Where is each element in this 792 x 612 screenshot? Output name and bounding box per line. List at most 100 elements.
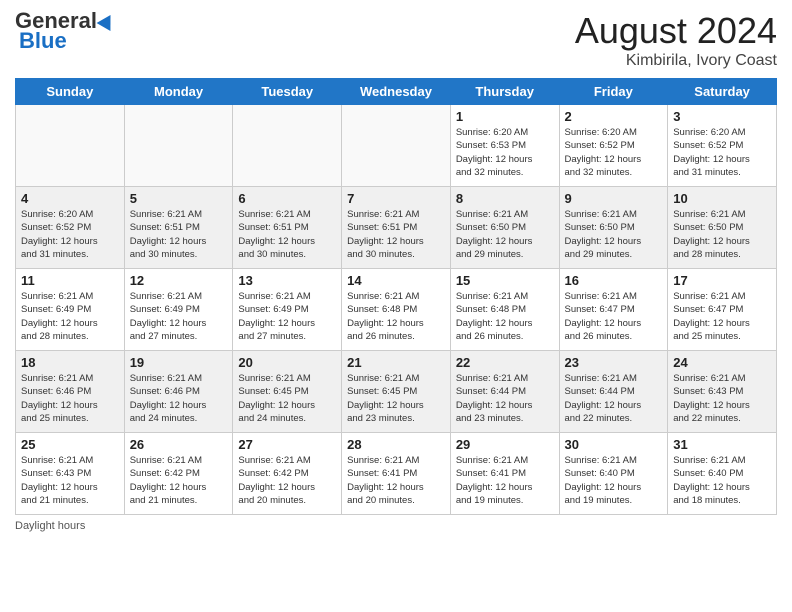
day-number: 5 (130, 191, 228, 206)
day-number: 25 (21, 437, 119, 452)
day-info: Sunrise: 6:21 AM Sunset: 6:49 PM Dayligh… (21, 290, 119, 343)
day-number: 21 (347, 355, 445, 370)
logo: General Blue (15, 10, 115, 54)
day-info: Sunrise: 6:21 AM Sunset: 6:49 PM Dayligh… (130, 290, 228, 343)
calendar-week-row: 25 Sunrise: 6:21 AM Sunset: 6:43 PM Dayli… (16, 433, 777, 515)
day-info: Sunrise: 6:20 AM Sunset: 6:52 PM Dayligh… (21, 208, 119, 261)
day-info: Sunrise: 6:21 AM Sunset: 6:45 PM Dayligh… (347, 372, 445, 425)
table-row: 28Sunrise: 6:21 AM Sunset: 6:41 PM Dayli… (342, 433, 451, 515)
logo-triangle-icon (97, 11, 118, 31)
table-row: 5Sunrise: 6:21 AM Sunset: 6:51 PM Daylig… (124, 187, 233, 269)
table-row (233, 105, 342, 187)
table-row: 6 Sunrise: 6:21 AM Sunset: 6:51 PM Daylig… (233, 187, 342, 269)
day-info: Sunrise: 6:21 AM Sunset: 6:40 PM Dayligh… (673, 454, 771, 507)
day-number: 12 (130, 273, 228, 288)
table-row: 29 Sunrise: 6:21 AM Sunset: 6:41 PM Dayli… (450, 433, 559, 515)
table-row (16, 105, 125, 187)
footer: Daylight hours (15, 520, 777, 532)
day-number: 2 (565, 109, 663, 124)
day-info: Sunrise: 6:21 AM Sunset: 6:44 PM Dayligh… (456, 372, 554, 425)
table-row: 3Sunrise: 6:20 AM Sunset: 6:52 PM Daylig… (668, 105, 777, 187)
day-info: Sunrise: 6:20 AM Sunset: 6:53 PM Dayligh… (456, 126, 554, 179)
calendar-table: Sunday Monday Tuesday Wednesday Thursday… (15, 78, 777, 515)
day-info: Sunrise: 6:21 AM Sunset: 6:41 PM Dayligh… (456, 454, 554, 507)
table-row: 7 Sunrise: 6:21 AM Sunset: 6:51 PM Daylig… (342, 187, 451, 269)
table-row: 16 Sunrise: 6:21 AM Sunset: 6:47 PM Dayli… (559, 269, 668, 351)
day-number: 11 (21, 273, 119, 288)
day-info: Sunrise: 6:21 AM Sunset: 6:40 PM Dayligh… (565, 454, 663, 507)
day-number: 29 (456, 437, 554, 452)
day-info: Sunrise: 6:21 AM Sunset: 6:50 PM Dayligh… (673, 208, 771, 261)
table-row: 4Sunrise: 6:20 AM Sunset: 6:52 PM Daylig… (16, 187, 125, 269)
calendar-week-row: 18Sunrise: 6:21 AM Sunset: 6:46 PM Dayli… (16, 351, 777, 433)
day-number: 7 (347, 191, 445, 206)
table-row: 11 Sunrise: 6:21 AM Sunset: 6:49 PM Dayli… (16, 269, 125, 351)
table-row: 20Sunrise: 6:21 AM Sunset: 6:45 PM Dayli… (233, 351, 342, 433)
day-number: 14 (347, 273, 445, 288)
title-block: August 2024 Kimbirila, Ivory Coast (575, 10, 777, 70)
table-row (342, 105, 451, 187)
table-row: 12 Sunrise: 6:21 AM Sunset: 6:49 PM Dayli… (124, 269, 233, 351)
col-tuesday: Tuesday (233, 79, 342, 105)
day-info: Sunrise: 6:21 AM Sunset: 6:42 PM Dayligh… (238, 454, 336, 507)
day-info: Sunrise: 6:21 AM Sunset: 6:45 PM Dayligh… (238, 372, 336, 425)
col-thursday: Thursday (450, 79, 559, 105)
day-info: Sunrise: 6:21 AM Sunset: 6:47 PM Dayligh… (673, 290, 771, 343)
table-row: 8Sunrise: 6:21 AM Sunset: 6:50 PM Daylig… (450, 187, 559, 269)
day-info: Sunrise: 6:21 AM Sunset: 6:47 PM Dayligh… (565, 290, 663, 343)
day-number: 31 (673, 437, 771, 452)
calendar-week-row: 11 Sunrise: 6:21 AM Sunset: 6:49 PM Dayli… (16, 269, 777, 351)
table-row: 14 Sunrise: 6:21 AM Sunset: 6:48 PM Dayli… (342, 269, 451, 351)
day-info: Sunrise: 6:21 AM Sunset: 6:48 PM Dayligh… (347, 290, 445, 343)
day-number: 3 (673, 109, 771, 124)
day-info: Sunrise: 6:20 AM Sunset: 6:52 PM Dayligh… (565, 126, 663, 179)
table-row: 1 Sunrise: 6:20 AM Sunset: 6:53 PM Daylig… (450, 105, 559, 187)
day-info: Sunrise: 6:21 AM Sunset: 6:51 PM Dayligh… (347, 208, 445, 261)
calendar-week-row: 1 Sunrise: 6:20 AM Sunset: 6:53 PM Daylig… (16, 105, 777, 187)
day-number: 18 (21, 355, 119, 370)
day-info: Sunrise: 6:21 AM Sunset: 6:43 PM Dayligh… (673, 372, 771, 425)
day-number: 6 (238, 191, 336, 206)
day-info: Sunrise: 6:21 AM Sunset: 6:42 PM Dayligh… (130, 454, 228, 507)
footer-text: Daylight hours (15, 520, 85, 532)
day-number: 16 (565, 273, 663, 288)
table-row: 17Sunrise: 6:21 AM Sunset: 6:47 PM Dayli… (668, 269, 777, 351)
day-number: 27 (238, 437, 336, 452)
day-number: 19 (130, 355, 228, 370)
table-row: 15Sunrise: 6:21 AM Sunset: 6:48 PM Dayli… (450, 269, 559, 351)
day-number: 24 (673, 355, 771, 370)
day-number: 26 (130, 437, 228, 452)
calendar-title: August 2024 (575, 10, 777, 52)
calendar-subtitle: Kimbirila, Ivory Coast (575, 52, 777, 70)
header: General Blue August 2024 Kimbirila, Ivor… (15, 10, 777, 70)
table-row: 25 Sunrise: 6:21 AM Sunset: 6:43 PM Dayli… (16, 433, 125, 515)
calendar-header-row: Sunday Monday Tuesday Wednesday Thursday… (16, 79, 777, 105)
day-number: 23 (565, 355, 663, 370)
col-friday: Friday (559, 79, 668, 105)
table-row: 2 Sunrise: 6:20 AM Sunset: 6:52 PM Daylig… (559, 105, 668, 187)
day-number: 15 (456, 273, 554, 288)
calendar-week-row: 4Sunrise: 6:20 AM Sunset: 6:52 PM Daylig… (16, 187, 777, 269)
table-row (124, 105, 233, 187)
day-info: Sunrise: 6:21 AM Sunset: 6:49 PM Dayligh… (238, 290, 336, 343)
day-info: Sunrise: 6:21 AM Sunset: 6:43 PM Dayligh… (21, 454, 119, 507)
col-sunday: Sunday (16, 79, 125, 105)
calendar-body: 1 Sunrise: 6:20 AM Sunset: 6:53 PM Daylig… (16, 105, 777, 515)
day-number: 9 (565, 191, 663, 206)
col-saturday: Saturday (668, 79, 777, 105)
table-row: 24 Sunrise: 6:21 AM Sunset: 6:43 PM Dayli… (668, 351, 777, 433)
table-row: 27 Sunrise: 6:21 AM Sunset: 6:42 PM Dayli… (233, 433, 342, 515)
day-number: 10 (673, 191, 771, 206)
day-info: Sunrise: 6:21 AM Sunset: 6:44 PM Dayligh… (565, 372, 663, 425)
table-row: 21 Sunrise: 6:21 AM Sunset: 6:45 PM Dayli… (342, 351, 451, 433)
col-wednesday: Wednesday (342, 79, 451, 105)
day-info: Sunrise: 6:21 AM Sunset: 6:50 PM Dayligh… (565, 208, 663, 261)
day-number: 8 (456, 191, 554, 206)
day-info: Sunrise: 6:21 AM Sunset: 6:51 PM Dayligh… (238, 208, 336, 261)
day-number: 28 (347, 437, 445, 452)
table-row: 10 Sunrise: 6:21 AM Sunset: 6:50 PM Dayli… (668, 187, 777, 269)
table-row: 13Sunrise: 6:21 AM Sunset: 6:49 PM Dayli… (233, 269, 342, 351)
day-number: 30 (565, 437, 663, 452)
day-number: 1 (456, 109, 554, 124)
table-row: 26 Sunrise: 6:21 AM Sunset: 6:42 PM Dayli… (124, 433, 233, 515)
